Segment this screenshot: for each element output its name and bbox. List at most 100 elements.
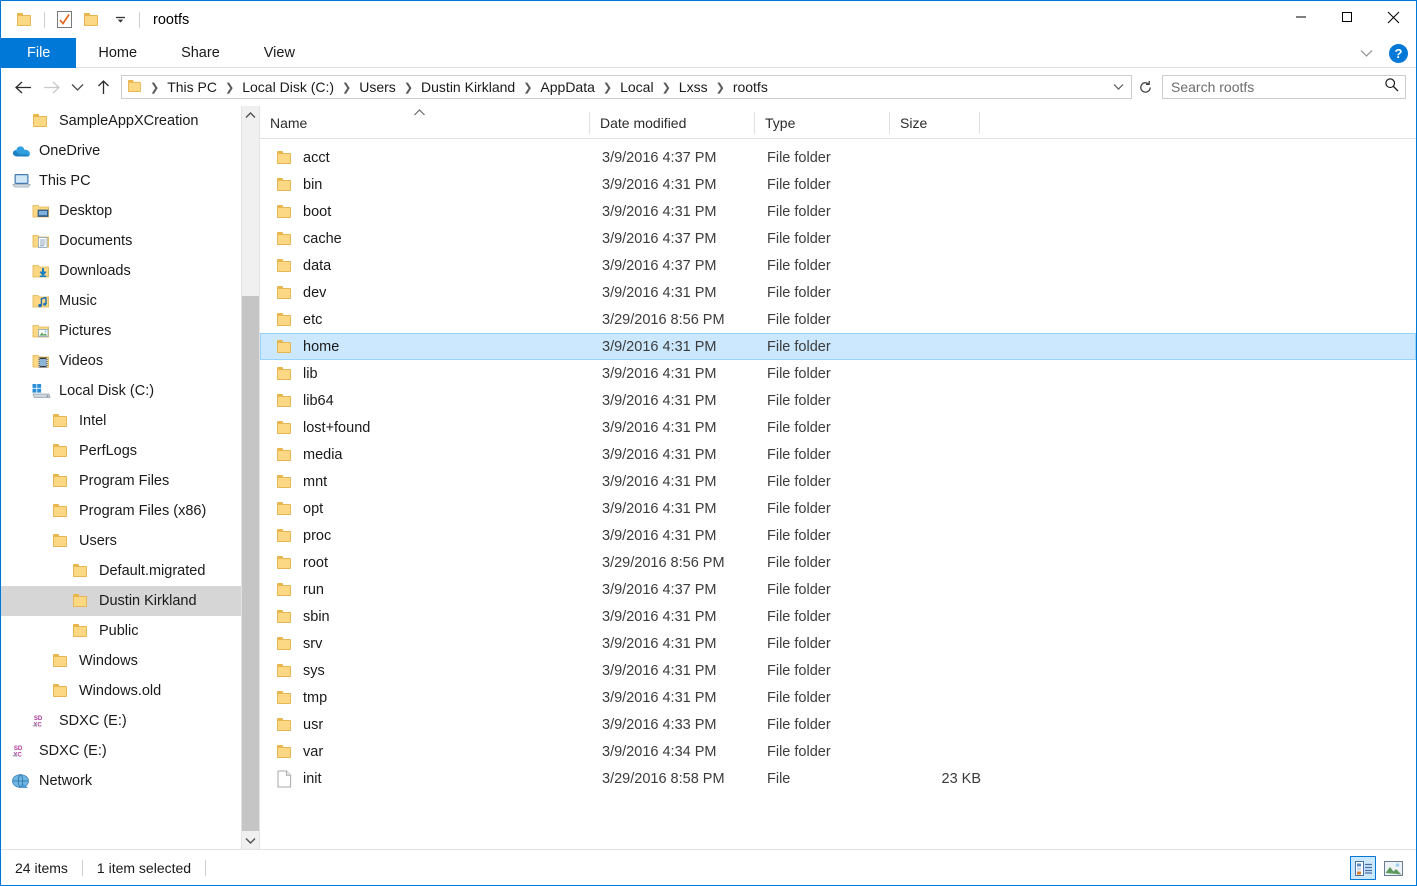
table-row[interactable]: srv3/9/2016 4:31 PMFile folder	[260, 630, 1416, 657]
sidebar-item-program-files-x86[interactable]: Program Files (x86)	[1, 496, 259, 526]
new-folder-icon[interactable]	[78, 7, 106, 33]
refresh-icon[interactable]	[1132, 75, 1158, 99]
sidebar-item-pictures[interactable]: Pictures	[1, 316, 259, 346]
sidebar-item-videos[interactable]: Videos	[1, 346, 259, 376]
close-icon[interactable]	[1370, 1, 1416, 33]
sidebar-item-onedrive[interactable]: OneDrive	[1, 136, 259, 166]
scrollbar-thumb[interactable]	[242, 296, 259, 831]
breadcrumb-bar[interactable]: ❯ This PC ❯ Local Disk (C:) ❯ Users ❯ Du…	[121, 75, 1132, 99]
breadcrumb-item-lxss[interactable]: Lxss	[675, 79, 712, 95]
sidebar-item-windows[interactable]: Windows	[1, 646, 259, 676]
minimize-icon[interactable]	[1278, 1, 1324, 33]
date-modified-cell: 3/9/2016 4:31 PM	[591, 420, 756, 436]
search-icon[interactable]	[1384, 77, 1399, 97]
column-header-type[interactable]: Type	[755, 108, 890, 138]
tab-home[interactable]: Home	[76, 38, 159, 68]
breadcrumb-item-users[interactable]: Users	[355, 79, 400, 95]
column-divider[interactable]	[979, 112, 980, 134]
up-arrow-icon[interactable]	[89, 73, 117, 101]
tab-view[interactable]: View	[242, 38, 317, 68]
chevron-up-icon[interactable]	[242, 106, 259, 124]
date-modified-cell: 3/9/2016 4:37 PM	[591, 231, 756, 247]
help-icon[interactable]: ?	[1389, 44, 1408, 63]
table-row[interactable]: mnt3/9/2016 4:31 PMFile folder	[260, 468, 1416, 495]
sidebar-item-program-files[interactable]: Program Files	[1, 466, 259, 496]
sidebar-item-sdxc-e[interactable]: SDXCSDXC (E:)	[1, 706, 259, 736]
sidebar-scrollbar[interactable]	[241, 106, 259, 849]
sidebar-item-sampleappxcreation[interactable]: SampleAppXCreation	[1, 106, 259, 136]
column-header-size[interactable]: Size	[890, 108, 980, 138]
breadcrumb-item-appdata[interactable]: AppData	[536, 79, 598, 95]
file-name: bin	[303, 177, 322, 193]
table-row[interactable]: lib3/9/2016 4:31 PMFile folder	[260, 360, 1416, 387]
table-row[interactable]: usr3/9/2016 4:33 PMFile folder	[260, 711, 1416, 738]
sidebar-item-dustin-kirkland[interactable]: Dustin Kirkland	[1, 586, 259, 616]
table-row[interactable]: data3/9/2016 4:37 PMFile folder	[260, 252, 1416, 279]
breadcrumb-item-rootfs[interactable]: rootfs	[729, 79, 772, 95]
chevron-down-icon[interactable]	[1107, 83, 1129, 91]
column-header-name[interactable]: Name	[260, 108, 590, 138]
tab-file[interactable]: File	[1, 38, 76, 68]
table-row[interactable]: var3/9/2016 4:34 PMFile folder	[260, 738, 1416, 765]
sidebar-item-windows-old[interactable]: Windows.old	[1, 676, 259, 706]
table-row[interactable]: cache3/9/2016 4:37 PMFile folder	[260, 225, 1416, 252]
table-row[interactable]: etc3/29/2016 8:56 PMFile folder	[260, 306, 1416, 333]
sidebar-item-this-pc[interactable]: This PC	[1, 166, 259, 196]
sidebar-item-downloads[interactable]: Downloads	[1, 256, 259, 286]
details-view-icon[interactable]	[1350, 856, 1376, 880]
properties-icon[interactable]	[50, 7, 78, 33]
type-cell: File folder	[756, 636, 891, 652]
sidebar-item-network[interactable]: Network	[1, 766, 259, 796]
table-row[interactable]: proc3/9/2016 4:31 PMFile folder	[260, 522, 1416, 549]
table-row[interactable]: opt3/9/2016 4:31 PMFile folder	[260, 495, 1416, 522]
table-row[interactable]: dev3/9/2016 4:31 PMFile folder	[260, 279, 1416, 306]
table-row[interactable]: root3/29/2016 8:56 PMFile folder	[260, 549, 1416, 576]
sidebar-item-users[interactable]: Users	[1, 526, 259, 556]
chevron-down-icon[interactable]	[1355, 42, 1377, 64]
table-row[interactable]: boot3/9/2016 4:31 PMFile folder	[260, 198, 1416, 225]
sidebar-item-desktop[interactable]: Desktop	[1, 196, 259, 226]
table-row[interactable]: run3/9/2016 4:37 PMFile folder	[260, 576, 1416, 603]
search-box[interactable]	[1162, 75, 1406, 99]
sidebar-item-intel[interactable]: Intel	[1, 406, 259, 436]
table-row[interactable]: media3/9/2016 4:31 PMFile folder	[260, 441, 1416, 468]
table-row[interactable]: sbin3/9/2016 4:31 PMFile folder	[260, 603, 1416, 630]
folder-icon	[71, 622, 91, 640]
sidebar-item-documents[interactable]: Documents	[1, 226, 259, 256]
breadcrumb-item-local-disk[interactable]: Local Disk (C:)	[238, 79, 338, 95]
sort-ascending-caret-icon	[413, 109, 426, 119]
table-row[interactable]: sys3/9/2016 4:31 PMFile folder	[260, 657, 1416, 684]
sidebar-item-label: Network	[39, 773, 92, 789]
sidebar-item-default-migrated[interactable]: Default.migrated	[1, 556, 259, 586]
folder-icon[interactable]	[11, 7, 39, 33]
search-input[interactable]	[1171, 79, 1384, 95]
recent-locations-icon[interactable]	[65, 73, 89, 101]
customize-dropdown-icon[interactable]	[106, 7, 134, 33]
table-row[interactable]: acct3/9/2016 4:37 PMFile folder	[260, 144, 1416, 171]
chevron-down-icon[interactable]	[242, 831, 259, 849]
type-cell: File folder	[756, 690, 891, 706]
forward-arrow-icon[interactable]	[37, 73, 65, 101]
breadcrumb-item-local[interactable]: Local	[616, 79, 657, 95]
file-name: usr	[303, 717, 323, 733]
large-icons-view-icon[interactable]	[1380, 856, 1406, 880]
sidebar-item-sdxc-e[interactable]: SDXCSDXC (E:)	[1, 736, 259, 766]
sidebar-item-local-disk-c[interactable]: Local Disk (C:)	[1, 376, 259, 406]
type-cell: File folder	[756, 582, 891, 598]
table-row[interactable]: bin3/9/2016 4:31 PMFile folder	[260, 171, 1416, 198]
breadcrumb-item-this-pc[interactable]: This PC	[163, 79, 221, 95]
table-row[interactable]: lib643/9/2016 4:31 PMFile folder	[260, 387, 1416, 414]
table-row[interactable]: init3/29/2016 8:58 PMFile23 KB	[260, 765, 1416, 792]
folder-icon	[277, 691, 293, 705]
table-row[interactable]: home3/9/2016 4:31 PMFile folder	[260, 333, 1416, 360]
table-row[interactable]: lost+found3/9/2016 4:31 PMFile folder	[260, 414, 1416, 441]
sidebar-item-perflogs[interactable]: PerfLogs	[1, 436, 259, 466]
column-header-date-modified[interactable]: Date modified	[590, 108, 755, 138]
sidebar-item-music[interactable]: Music	[1, 286, 259, 316]
sidebar-item-public[interactable]: Public	[1, 616, 259, 646]
tab-share[interactable]: Share	[159, 38, 242, 68]
breadcrumb-item-dustin-kirkland[interactable]: Dustin Kirkland	[417, 79, 519, 95]
table-row[interactable]: tmp3/9/2016 4:31 PMFile folder	[260, 684, 1416, 711]
maximize-icon[interactable]	[1324, 1, 1370, 33]
back-arrow-icon[interactable]	[9, 73, 37, 101]
